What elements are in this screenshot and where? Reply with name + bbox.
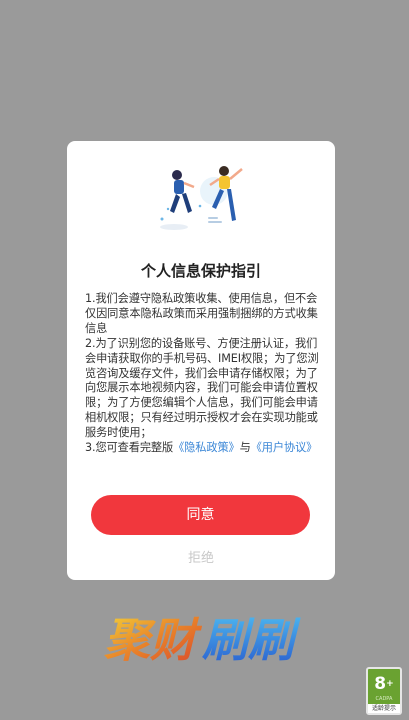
- dialog-body: 1.我们会遵守隐私政策收集、使用信息，但不会仅因同意本隐私政策而采用强制捆绑的方…: [85, 292, 319, 456]
- people-illustration: [160, 166, 243, 230]
- paragraph-3-and: 与: [239, 441, 251, 455]
- privacy-policy-link[interactable]: 《隐私政策》: [173, 441, 240, 454]
- paragraph-3-prefix: 3.您可查看完整版: [85, 441, 174, 455]
- reject-button[interactable]: 拒绝: [67, 547, 335, 566]
- age-label: 适龄提示: [368, 704, 400, 713]
- policy-paragraph-3: 3.您可查看完整版《隐私政策》与《用户协议》: [85, 441, 319, 456]
- user-agreement-link[interactable]: 《用户协议》: [251, 441, 318, 454]
- svg-text:聚财: 聚财: [104, 613, 203, 666]
- svg-text:刷刷: 刷刷: [202, 613, 301, 666]
- app-brand-logo: 聚财 刷刷: [104, 613, 301, 666]
- age-sub-label: CADPA: [375, 696, 393, 702]
- dialog-title: 个人信息保护指引: [140, 262, 261, 280]
- policy-paragraph-2: 2.为了识别您的设备账号、方便注册认证，我们会申请获取你的手机号码、IMEI权限…: [85, 336, 319, 440]
- age-rating-badge: 8+ CADPA 适龄提示: [366, 667, 402, 715]
- age-number: 8+: [374, 674, 394, 694]
- agree-button[interactable]: 同意: [91, 495, 310, 535]
- privacy-dialog: 个人信息保护指引 1.我们会遵守隐私政策收集、使用信息，但不会仅因同意本隐私政策…: [67, 141, 335, 580]
- policy-paragraph-1: 1.我们会遵守隐私政策收集、使用信息，但不会仅因同意本隐私政策而采用强制捆绑的方…: [85, 292, 318, 335]
